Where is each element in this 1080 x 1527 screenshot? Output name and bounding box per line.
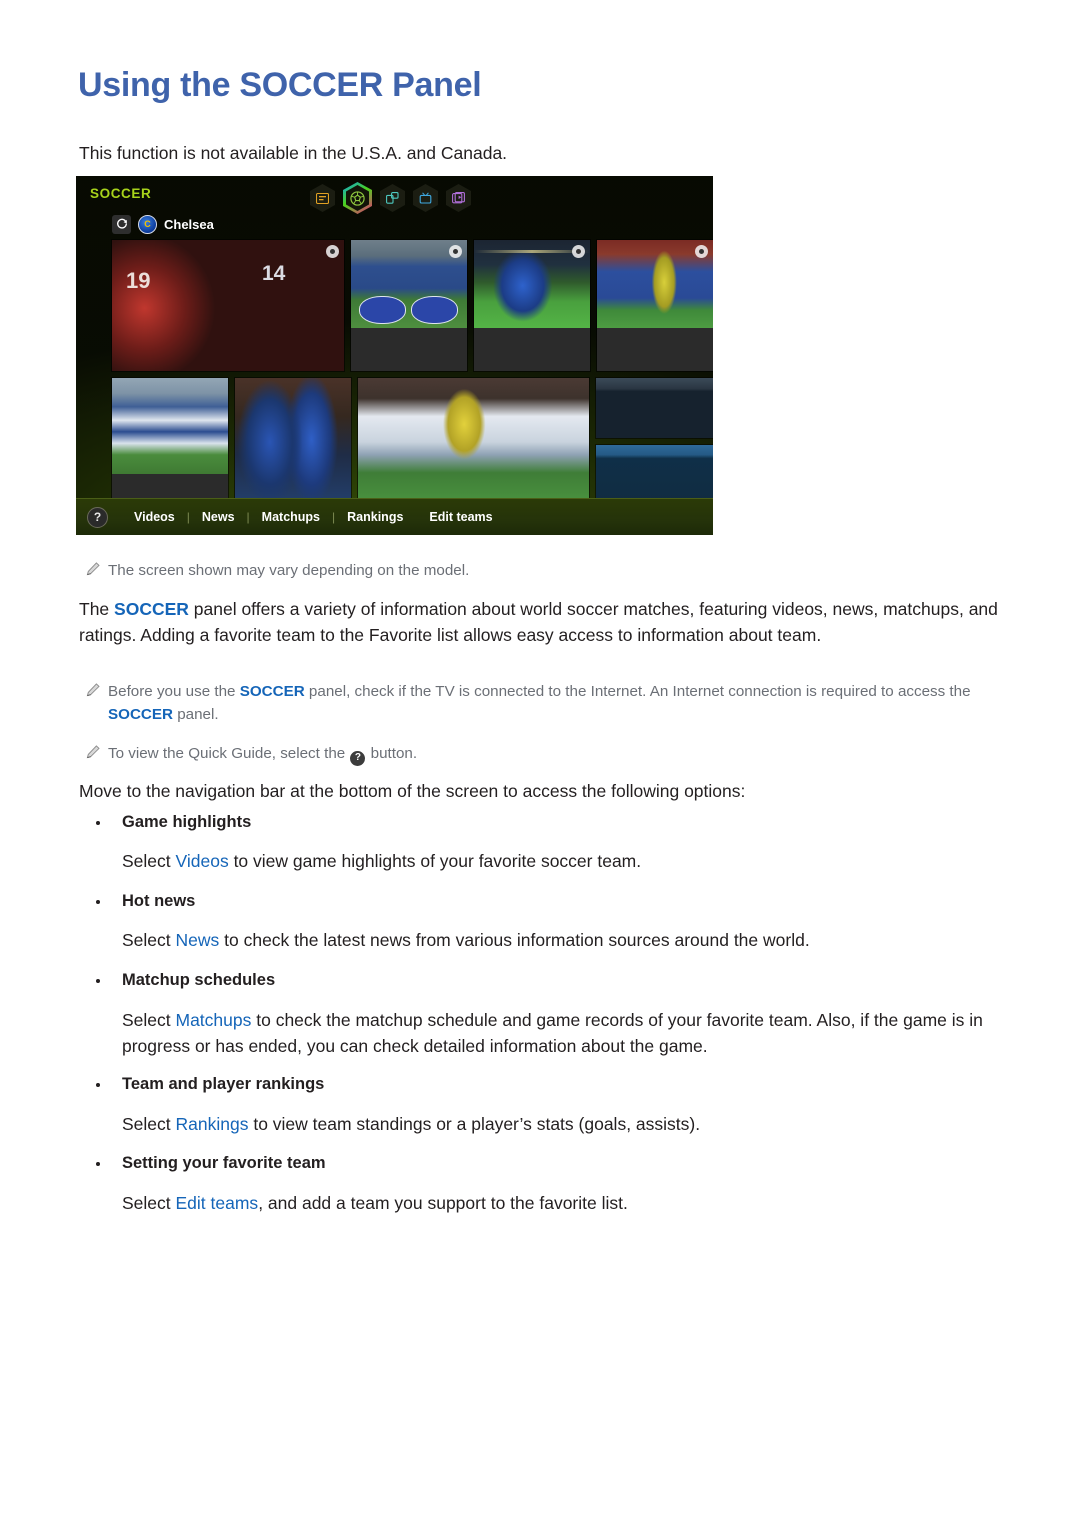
opt1-pre: Select (122, 930, 176, 950)
option-body-game-highlights: Select Videos to view game highlights of… (122, 849, 1012, 875)
bullet-icon (96, 820, 100, 825)
page-title: Using the SOCCER Panel (78, 66, 482, 104)
bullet-icon (96, 899, 100, 904)
bullet-icon (96, 1161, 100, 1166)
internet-note-mid: panel, check if the TV is connected to t… (304, 683, 971, 700)
video-badge-icon (449, 245, 462, 258)
pencil-icon (86, 560, 108, 581)
note-screen-vary: The screen shown may vary depending on t… (86, 560, 986, 583)
tv-panel-header: SOCCER (76, 176, 713, 214)
opt4-pre: Select (122, 1193, 176, 1213)
opt1-post: to check the latest news from various in… (219, 930, 810, 950)
availability-note: This function is not available in the U.… (79, 143, 508, 163)
note-quick-guide: To view the Quick Guide, select the ? bu… (86, 743, 991, 766)
desc-part-2: panel offers a variety of information ab… (79, 599, 998, 645)
help-icon[interactable]: ? (87, 506, 108, 528)
soccer-panel-description: The SOCCER panel offers a variety of inf… (79, 597, 1014, 649)
apps-panel-icon[interactable] (380, 184, 405, 212)
note-internet-required: Before you use the SOCCER panel, check i… (86, 681, 991, 726)
option-title-setting-favorite-team: Setting your favorite team (96, 1154, 326, 1173)
opt2-post: to check the matchup schedule and game r… (122, 1010, 983, 1056)
video-badge-icon (572, 245, 585, 258)
content-tile-grid: 19 14 (76, 236, 713, 506)
option-body-matchup-schedules: Select Matchups to check the matchup sch… (122, 1008, 1014, 1060)
favorite-team-row[interactable]: C Chelsea (76, 212, 713, 236)
tv-nav-news[interactable]: News (200, 510, 237, 524)
option-title-text: Hot news (122, 892, 196, 910)
video-badge-icon (326, 245, 339, 258)
option-title-game-highlights: Game highlights (96, 813, 251, 832)
tile-team-banners[interactable] (351, 240, 467, 371)
opt4-post: , and add a team you support to the favo… (258, 1193, 628, 1213)
quick-guide-pre: To view the Quick Guide, select the (108, 745, 350, 762)
option-title-text: Setting your favorite team (122, 1154, 326, 1172)
option-title-team-player-rankings: Team and player rankings (96, 1075, 324, 1094)
internet-note-pre: Before you use the (108, 683, 240, 700)
soccer-panel-logo: SOCCER (90, 186, 152, 201)
note-quick-guide-text: To view the Quick Guide, select the ? bu… (108, 743, 417, 766)
tile-squad-photo[interactable] (112, 378, 228, 506)
media-panel-icon[interactable] (446, 184, 471, 212)
opt3-post: to view team standings or a player’s sta… (248, 1114, 701, 1134)
desc-keyword-soccer: SOCCER (114, 599, 189, 619)
opt3-pre: Select (122, 1114, 176, 1134)
tile-row-1: 19 14 (112, 240, 713, 371)
desc-part-1: The (79, 599, 115, 619)
bullet-icon (96, 1082, 100, 1087)
favorite-team-name: Chelsea (164, 216, 214, 232)
note-internet-required-text: Before you use the SOCCER panel, check i… (108, 681, 991, 726)
nav-divider: | (246, 510, 250, 524)
option-title-text: Game highlights (122, 813, 252, 831)
empty-slot-dark[interactable] (596, 378, 713, 438)
option-title-text: Team and player rankings (122, 1075, 325, 1093)
pencil-icon (86, 681, 108, 702)
soccer-panel-screenshot: SOCCER C Chelsea 19 14 ? Videos | News |… (76, 176, 713, 535)
opt0-pre: Select (122, 851, 176, 871)
internet-note-post: panel. (172, 705, 219, 723)
tile-uefa-team-photo[interactable] (357, 378, 589, 506)
internet-note-kw2: SOCCER (108, 705, 173, 723)
opt0-link-videos[interactable]: Videos (176, 851, 229, 871)
option-body-hot-news: Select News to check the latest news fro… (122, 928, 1012, 954)
opt4-link-edit-teams[interactable]: Edit teams (176, 1193, 259, 1213)
panel-switcher-icons[interactable] (310, 182, 471, 214)
tv-nav-matchups[interactable]: Matchups (260, 510, 322, 524)
option-body-team-player-rankings: Select Rankings to view team standings o… (122, 1112, 1012, 1138)
soccer-ball-icon[interactable] (343, 182, 372, 214)
video-badge-icon (695, 245, 708, 258)
tile-featured-match[interactable]: 19 14 (112, 240, 344, 371)
navigation-intro: Move to the navigation bar at the bottom… (79, 781, 746, 801)
nav-divider: | (186, 510, 190, 524)
tile-row-2 (112, 378, 713, 506)
tile-player-celebration[interactable] (474, 240, 590, 371)
option-title-hot-news: Hot news (96, 892, 195, 911)
option-title-text: Matchup schedules (122, 971, 276, 989)
refresh-icon[interactable] (112, 214, 131, 234)
nav-divider: | (332, 510, 336, 524)
tile-teams-lineup[interactable] (597, 240, 713, 371)
opt1-link-news[interactable]: News (176, 930, 220, 950)
chelsea-badge-icon: C (138, 214, 157, 234)
tv-nav-edit-teams[interactable]: Edit teams (427, 510, 494, 524)
opt2-link-matchups[interactable]: Matchups (176, 1010, 252, 1030)
opt2-pre: Select (122, 1010, 176, 1030)
pencil-icon (86, 743, 108, 764)
list-panel-icon[interactable] (310, 184, 335, 212)
option-body-setting-favorite-team: Select Edit teams, and add a team you su… (122, 1191, 1012, 1217)
tv-nav-videos[interactable]: Videos (132, 510, 177, 524)
tv-nav-rankings[interactable]: Rankings (345, 510, 405, 524)
quick-guide-post: button. (366, 745, 418, 762)
tv-panel-icon[interactable] (413, 184, 438, 212)
empty-slot-blue[interactable] (596, 445, 713, 506)
bullet-icon (96, 978, 100, 983)
option-title-matchup-schedules: Matchup schedules (96, 971, 275, 990)
tv-navigation-bar[interactable]: ? Videos | News | Matchups | Rankings Ed… (76, 498, 713, 535)
opt0-post: to view game highlights of your favorite… (228, 851, 642, 871)
opt3-link-rankings[interactable]: Rankings (176, 1114, 249, 1134)
help-button-icon: ? (350, 750, 366, 766)
internet-note-kw1: SOCCER (239, 683, 305, 700)
tile-match-action[interactable] (234, 378, 351, 506)
manual-page: Using the SOCCER Panel This function is … (0, 0, 1080, 1527)
note-screen-vary-text: The screen shown may vary depending on t… (108, 562, 470, 579)
